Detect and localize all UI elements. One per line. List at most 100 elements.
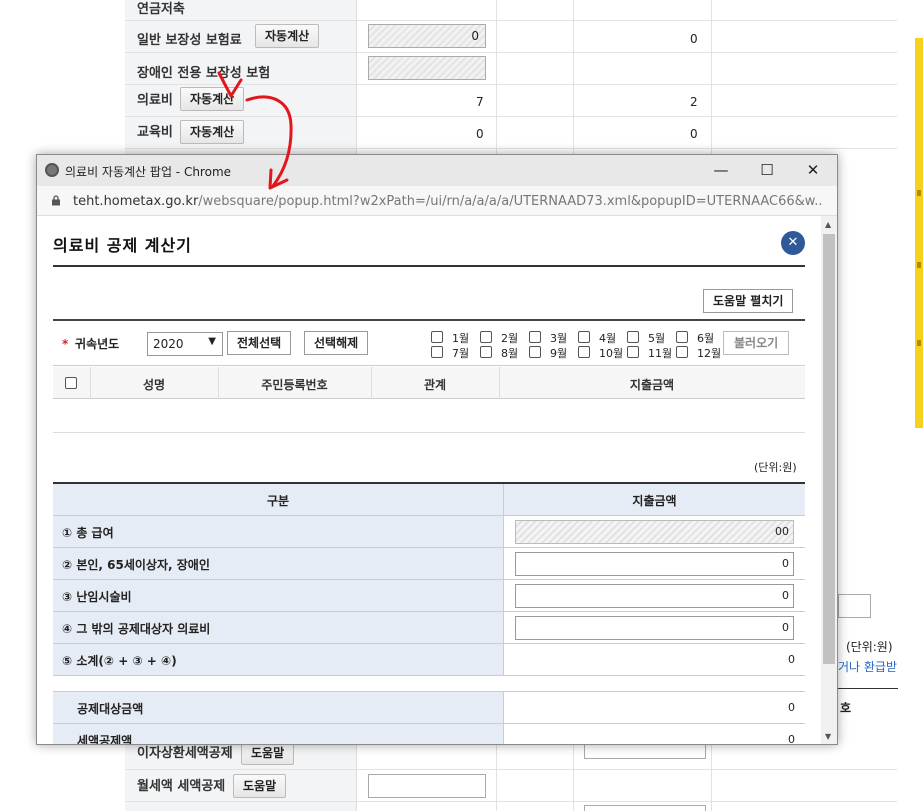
scroll-down-icon[interactable]: ▼ [825, 732, 831, 741]
checkbox-icon [431, 331, 443, 343]
auto-calc-button[interactable]: 자동계산 [255, 24, 320, 48]
month-checkbox[interactable]: 10월 [578, 345, 628, 361]
close-popup-icon[interactable]: ✕ [781, 231, 805, 255]
side-input[interactable] [838, 594, 871, 618]
year-select[interactable]: 2020 ▼ [147, 332, 223, 356]
expand-help-button[interactable]: 도움말 펼치기 [703, 289, 794, 313]
month-label: 2월 [501, 332, 519, 345]
rent-input[interactable] [368, 774, 486, 798]
disabled-insurance-input[interactable] [368, 56, 486, 80]
row-value-cell: 0 [504, 548, 805, 579]
row-label: 월세액 세액공제 [137, 779, 226, 794]
side-rule [838, 688, 898, 689]
calc-row-total-salary: ① 총 급여 00 [53, 516, 805, 548]
url-host: teht.hometax.go.kr [73, 194, 199, 209]
education-value-2: 0 [690, 127, 698, 141]
row-label: 세액공제액 [53, 724, 504, 744]
row-value-cell: 0 [504, 580, 805, 611]
address-bar[interactable]: teht.hometax.go.kr/websquare/popup.html?… [37, 186, 837, 216]
scroll-up-icon[interactable]: ▲ [825, 220, 831, 229]
month-checkbox[interactable]: 1월 [431, 330, 481, 346]
select-all-checkbox[interactable] [65, 377, 77, 389]
close-icon[interactable]: ✕ [790, 155, 836, 186]
rent-input-2[interactable] [584, 805, 706, 811]
month-checkbox[interactable]: 7월 [431, 345, 481, 361]
checkbox-icon [627, 346, 639, 358]
required-mark: * [62, 337, 69, 351]
month-label: 8월 [501, 347, 519, 360]
month-checkbox[interactable]: 12월 [676, 345, 726, 361]
url-path: /websquare/popup.html?w2xPath=/ui/rn/a/a… [198, 194, 823, 209]
calc-row-self: ② 본인, 65세이상자, 장애인 0 [53, 548, 805, 580]
row-label: 교육비 [137, 125, 173, 140]
help-button[interactable]: 도움말 [233, 774, 287, 798]
month-label: 9월 [550, 347, 568, 360]
calc-header-row: 구분 지출금액 [53, 484, 805, 516]
url-text[interactable]: teht.hometax.go.kr/websquare/popup.html?… [73, 194, 823, 209]
month-checkbox[interactable]: 8월 [480, 345, 530, 361]
calc-row-infertility: ③ 난임시술비 0 [53, 580, 805, 612]
infertility-amount-input[interactable]: 0 [515, 584, 794, 608]
other-amount-input[interactable]: 0 [515, 616, 794, 640]
side-link[interactable]: 거나 환급받 [838, 658, 897, 675]
scroll-thumb[interactable] [823, 234, 835, 664]
side-banner [915, 38, 923, 428]
medical-auto-calc-button[interactable]: 자동계산 [180, 87, 245, 111]
month-checkbox[interactable]: 2월 [480, 330, 530, 346]
checkbox-icon [529, 346, 541, 358]
popup-scrollbar[interactable]: ▲ ▼ [821, 216, 837, 744]
education-auto-calc-button[interactable]: 자동계산 [180, 120, 245, 144]
subtotal-value: 0 [788, 653, 795, 666]
row-label: ④ 그 밖의 공제대상자 의료비 [53, 612, 504, 643]
col-name: 성명 [142, 378, 166, 392]
year-label: 귀속년도 [75, 337, 120, 351]
month-checkbox[interactable]: 3월 [529, 330, 579, 346]
banner-mark [917, 340, 921, 346]
medical-calc-popup-window: 의료비 자동계산 팝업 - Chrome — ☐ ✕ teht.hometax.… [36, 154, 838, 745]
self-amount-input[interactable]: 0 [515, 552, 794, 576]
medical-value-1: 7 [476, 95, 484, 109]
checkbox-icon [578, 346, 590, 358]
form-row [125, 0, 897, 21]
month-checkbox[interactable]: 11월 [627, 345, 677, 361]
col-amount: 지출금액 [629, 378, 675, 392]
row-label: ⑤ 소계(② + ③ + ④) [53, 644, 504, 675]
row-value-cell: 0 [504, 644, 805, 675]
row-label: ① 총 급여 [53, 516, 504, 547]
window-titlebar[interactable]: 의료비 자동계산 팝업 - Chrome — ☐ ✕ [37, 155, 837, 186]
select-all-button[interactable]: 전체선택 [227, 331, 292, 355]
header-category: 구분 [53, 484, 504, 515]
checkbox-icon [676, 346, 688, 358]
row-label: 장애인 전용 보장성 보험 [137, 66, 271, 81]
maximize-icon[interactable]: ☐ [744, 155, 790, 186]
deselect-button[interactable]: 선택해제 [304, 331, 369, 355]
month-checkboxes: 1월 2월 3월 4월 5월 6월 7월 8월 9월 10월 11월 12월 [431, 330, 721, 362]
month-label: 6월 [697, 332, 715, 345]
checkbox-icon [676, 331, 688, 343]
checkbox-icon [627, 331, 639, 343]
checkbox-icon [529, 331, 541, 343]
medical-value-2: 2 [690, 95, 698, 109]
insurance-input[interactable]: 0 [368, 24, 486, 48]
month-checkbox[interactable]: 6월 [676, 330, 726, 346]
month-checkbox[interactable]: 5월 [627, 330, 677, 346]
month-label: 5월 [648, 332, 666, 345]
education-value-1: 0 [476, 127, 484, 141]
row-label: ② 본인, 65세이상자, 장애인 [53, 548, 504, 579]
calc-row-deduction-base: 공제대상금액 0 [53, 692, 805, 724]
unit-label: (단위:원) [754, 461, 797, 474]
row-value-cell: 0 [504, 692, 805, 723]
banner-mark [917, 262, 921, 268]
calc-table: 구분 지출금액 ① 총 급여 00 ② 본인, 65세이상자, 장애인 0 ③ … [53, 482, 805, 744]
checkbox-icon [431, 346, 443, 358]
list-empty-row [53, 399, 805, 433]
calc-gap [53, 676, 805, 692]
minimize-icon[interactable]: — [698, 155, 744, 186]
page-title: 의료비 공제 계산기 [53, 236, 192, 255]
load-button[interactable]: 불러오기 [723, 331, 790, 355]
month-checkbox[interactable]: 9월 [529, 345, 579, 361]
banner-mark [917, 190, 921, 196]
month-checkbox[interactable]: 4월 [578, 330, 628, 346]
list-header: 성명 주민등록번호 관계 지출금액 [53, 367, 805, 399]
row-label: ③ 난임시술비 [53, 580, 504, 611]
